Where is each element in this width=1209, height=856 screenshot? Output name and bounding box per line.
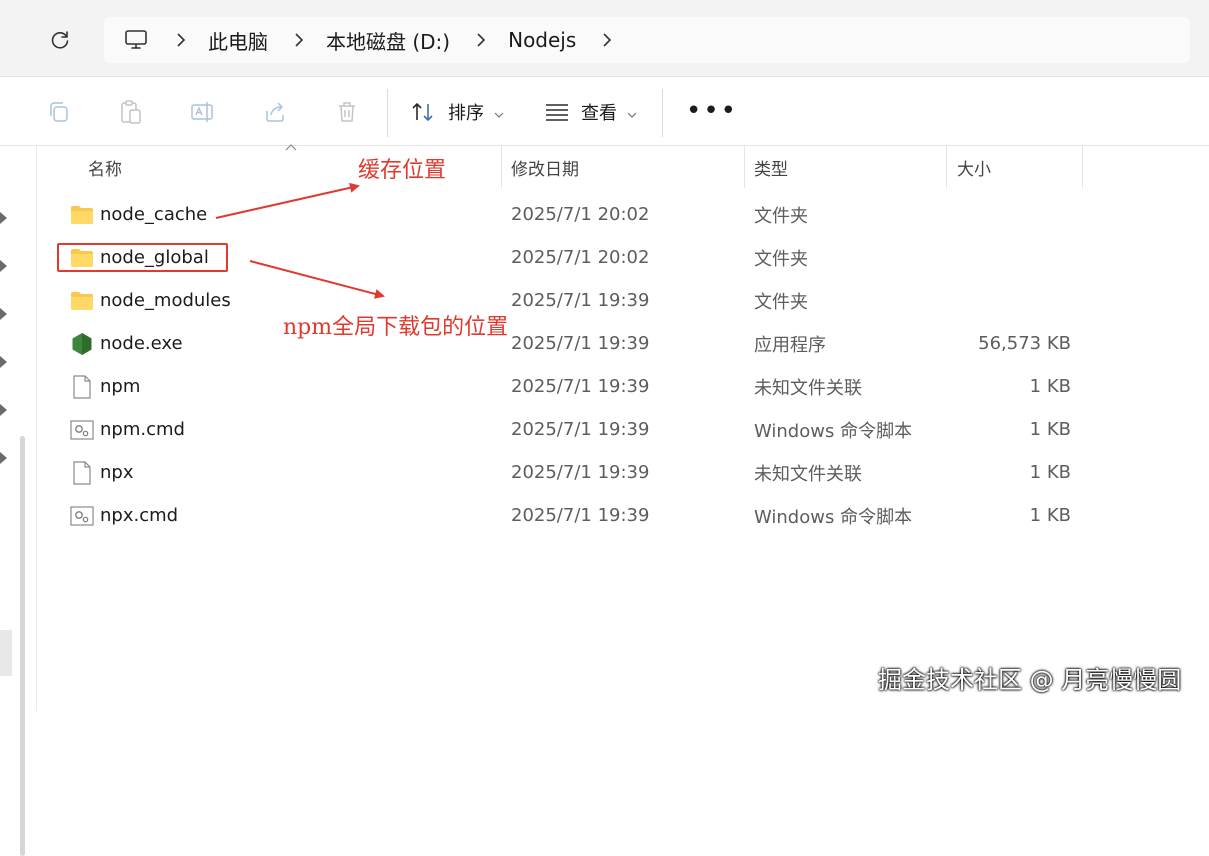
annotation-cache-location: 缓存位置	[358, 158, 447, 183]
watermark: 掘金技术社区 @ 月亮慢慢圆	[878, 666, 1182, 694]
arrow-to-global-note	[249, 260, 385, 299]
annotation-arrows	[215, 182, 385, 299]
annotation-global-location: npm全局下载包的位置	[283, 315, 509, 340]
arrow-to-cache-note	[215, 182, 360, 219]
